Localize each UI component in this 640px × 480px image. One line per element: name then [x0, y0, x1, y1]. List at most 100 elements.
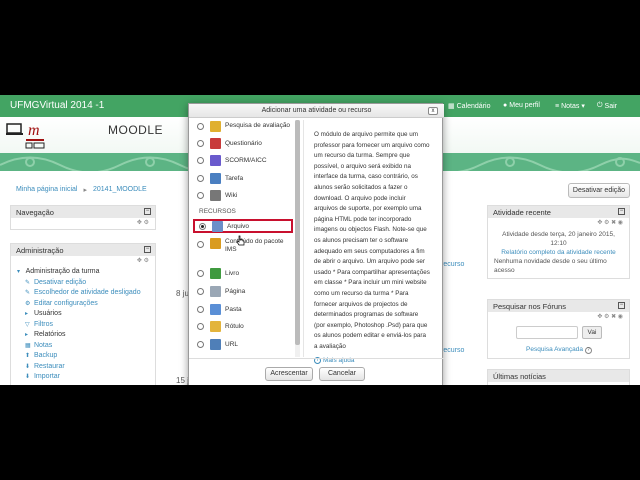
admin-item-icon: ▾	[17, 269, 21, 275]
module-option-scorm-package[interactable]: SCORM/AICC	[193, 153, 293, 167]
help-icon[interactable]: ?	[584, 347, 592, 354]
admin-item[interactable]: ⬇ Importar	[17, 372, 149, 383]
ims-package-icon	[210, 238, 221, 249]
add-button[interactable]: Acrescentar	[265, 367, 313, 381]
block-tools[interactable]: ✥ ⚙ ✖ ◉	[488, 218, 629, 227]
collapse-icon[interactable]: −	[618, 302, 625, 309]
admin-item-icon: ⬆	[25, 353, 31, 359]
book-icon	[210, 267, 221, 279]
forum-search-go-button[interactable]: Vai	[582, 326, 602, 339]
administration-block-header[interactable]: Administração −	[11, 244, 155, 256]
radio-button[interactable]	[197, 156, 204, 164]
module-option-file[interactable]: Arquivo	[193, 219, 293, 233]
radio-button[interactable]	[197, 191, 204, 199]
checklist-icon	[210, 137, 221, 149]
module-option-bar-chart[interactable]: Pesquisa de avaliação	[193, 120, 293, 133]
radio-button[interactable]	[197, 241, 204, 248]
module-option-page[interactable]: Página	[193, 284, 293, 298]
admin-item[interactable]: ▸ Usuários	[17, 309, 149, 320]
module-help-pane: O módulo de arquivo permite que um profe…	[303, 120, 436, 365]
admin-item-icon: ⬇	[25, 374, 31, 380]
forum-search-block-header[interactable]: Pesquisar nos Fóruns −	[488, 300, 629, 312]
admin-item-label: Administração da turma	[25, 268, 100, 275]
dialog-title-text: Adicionar uma atividade ou recurso	[261, 107, 372, 114]
ufmg-virtual-logo-icon: m	[6, 122, 45, 149]
radio-button[interactable]	[197, 122, 204, 130]
module-option-label: SCORM/AICC	[225, 156, 267, 164]
grades-menu[interactable]: ≡ Notas ▾	[555, 102, 585, 111]
module-option-checklist[interactable]: Questionário	[193, 136, 293, 150]
radio-button[interactable]	[197, 269, 204, 277]
admin-item[interactable]: ▸ Relatórios	[17, 330, 149, 341]
admin-item-icon: ▽	[25, 321, 30, 328]
admin-item-label: Filtros	[33, 320, 54, 328]
radio-button[interactable]	[197, 322, 204, 330]
latest-news-block-header[interactable]: Últimas notícias	[488, 370, 629, 382]
admin-item-icon: ▸	[25, 311, 29, 317]
admin-item-icon: ⬇	[25, 363, 31, 370]
site-name-link[interactable]: UFMGVirtual 2014 -1	[10, 100, 104, 111]
admin-item[interactable]: ✎ Escolhedor de atividade desligado	[17, 288, 149, 299]
radio-button[interactable]	[199, 222, 206, 230]
add-resource-link[interactable]: recurso	[441, 261, 464, 268]
radio-button[interactable]	[197, 139, 204, 147]
svg-text:m: m	[28, 122, 40, 139]
power-icon: ⏻	[597, 102, 603, 109]
admin-item[interactable]: ▾ Administração da turma	[17, 267, 149, 278]
logout-link[interactable]: ⏻ Sair	[597, 102, 617, 110]
close-icon[interactable]: x	[428, 107, 438, 115]
navigation-block-title: Navegação	[16, 208, 54, 217]
advanced-search-link[interactable]: Pesquisa Avançada ?	[526, 346, 592, 354]
scrollbar-thumb[interactable]	[295, 120, 300, 345]
module-option-label: Livro	[225, 269, 240, 277]
breadcrumb-separator: ▸	[83, 187, 87, 194]
module-option-label-tag[interactable]: Rótulo	[193, 319, 293, 333]
admin-item[interactable]: ⚙ Editar configurações	[17, 299, 149, 310]
module-option-label: URL	[225, 340, 239, 348]
breadcrumb-home[interactable]: Minha página inicial	[16, 186, 77, 194]
module-option-label: Página	[225, 287, 246, 295]
admin-item[interactable]: ⬆ Backup	[17, 351, 149, 362]
breadcrumb-course[interactable]: 20141_MOODLE	[93, 186, 147, 194]
collapse-icon[interactable]: −	[618, 208, 625, 215]
calendar-link[interactable]: ▦ Calendário	[448, 102, 491, 111]
collapse-icon[interactable]: −	[144, 208, 151, 215]
recent-since-text: Atividade desde terça, 20 janeiro 2015, …	[502, 231, 615, 247]
profile-link[interactable]: ● Meu perfil	[503, 102, 540, 109]
module-option-wiki-grid[interactable]: Wiki	[193, 188, 293, 202]
options-scrollbar[interactable]	[295, 120, 300, 357]
folder-icon	[210, 303, 221, 315]
admin-item[interactable]: ▽ Filtros	[17, 320, 149, 331]
admin-item-icon: ▦	[25, 342, 31, 349]
module-option-url-globe[interactable]: URL	[193, 337, 293, 351]
admin-item[interactable]: ⬇ Restaurar	[17, 362, 149, 373]
module-option-assignment-hand[interactable]: Tarefa	[193, 171, 293, 185]
block-tools[interactable]: ✥ ⚙ ✖ ◉	[488, 312, 629, 321]
calendar-label: Calendário	[456, 102, 491, 110]
resources-category-heading: RECURSOS	[199, 208, 236, 215]
recent-activity-body: Atividade desde terça, 20 janeiro 2015, …	[488, 227, 629, 278]
radio-button[interactable]	[197, 174, 204, 182]
recent-activity-block-header[interactable]: Atividade recente −	[488, 206, 629, 218]
add-resource-link[interactable]: recurso	[441, 347, 464, 354]
module-option-folder[interactable]: Pasta	[193, 302, 293, 316]
admin-item[interactable]: ▦ Notas	[17, 341, 149, 352]
collapse-icon[interactable]: −	[144, 246, 151, 253]
radio-button[interactable]	[197, 305, 204, 313]
calendar-icon: ▦	[448, 103, 455, 110]
navigation-block: Navegação − ✥ ⚙	[10, 205, 156, 230]
administration-tree: ▾ Administração da turma ✎ Desativar ediç…	[11, 265, 155, 385]
admin-item[interactable]: ✎ Desativar edição	[17, 278, 149, 289]
forum-search-input[interactable]	[516, 326, 578, 339]
administration-block-title: Administração	[16, 246, 64, 255]
full-report-link[interactable]: Relatório completo da atividade recente	[494, 248, 623, 257]
module-option-book[interactable]: Livro	[193, 266, 293, 280]
radio-button[interactable]	[197, 340, 204, 348]
block-tools[interactable]: ✥ ⚙	[11, 256, 155, 265]
list-icon: ≡	[555, 102, 560, 110]
block-tools[interactable]: ✥ ⚙	[11, 218, 155, 227]
radio-button[interactable]	[197, 287, 204, 295]
cancel-button[interactable]: Cancelar	[319, 367, 365, 381]
turn-editing-off-button[interactable]: Desativar edição	[568, 183, 630, 198]
navigation-block-header[interactable]: Navegação −	[11, 206, 155, 218]
